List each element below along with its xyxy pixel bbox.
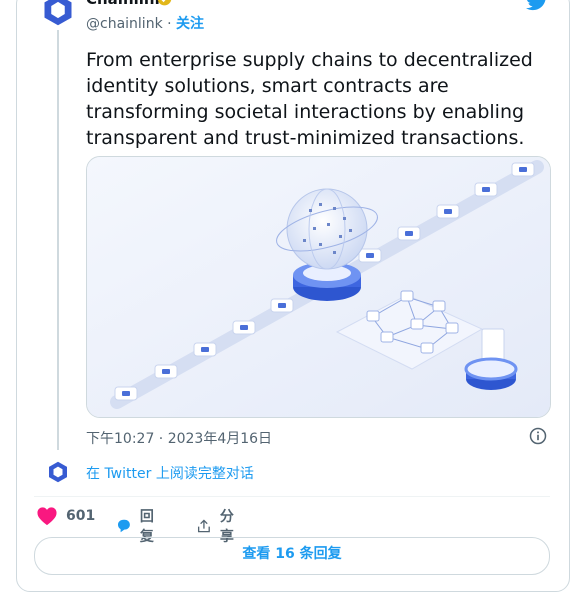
reply-icon (117, 519, 130, 533)
chainlink-logo-icon[interactable] (40, 0, 76, 28)
like-count: 601 (66, 508, 96, 524)
divider (34, 496, 550, 497)
read-conversation-link[interactable]: 在 Twitter 上阅读完整对话 (86, 463, 254, 483)
heart-icon (37, 507, 57, 526)
like-button[interactable]: 601 (36, 506, 95, 526)
follow-link[interactable]: 关注 (176, 16, 204, 32)
view-replies-button[interactable]: 查看 16 条回复 (34, 537, 550, 575)
thread-line (57, 30, 59, 450)
smart-contract-illustration (87, 157, 550, 417)
twitter-bird-icon[interactable] (524, 0, 550, 12)
verified-badge-icon (157, 0, 172, 6)
author-name[interactable]: Chainlink (86, 0, 165, 8)
handle-separator: · (162, 16, 177, 32)
tweet-media-image[interactable] (86, 156, 551, 418)
share-icon (197, 519, 210, 533)
info-icon[interactable] (528, 426, 548, 446)
author-handle-row: @chainlink · 关注 (86, 13, 204, 33)
tweet-text: From enterprise supply chains to decentr… (86, 49, 533, 149)
chainlink-small-icon (49, 461, 67, 483)
author-handle[interactable]: @chainlink (86, 16, 163, 32)
tweet-timestamp[interactable]: 下午10:27 · 2023年4月16日 (86, 428, 272, 448)
